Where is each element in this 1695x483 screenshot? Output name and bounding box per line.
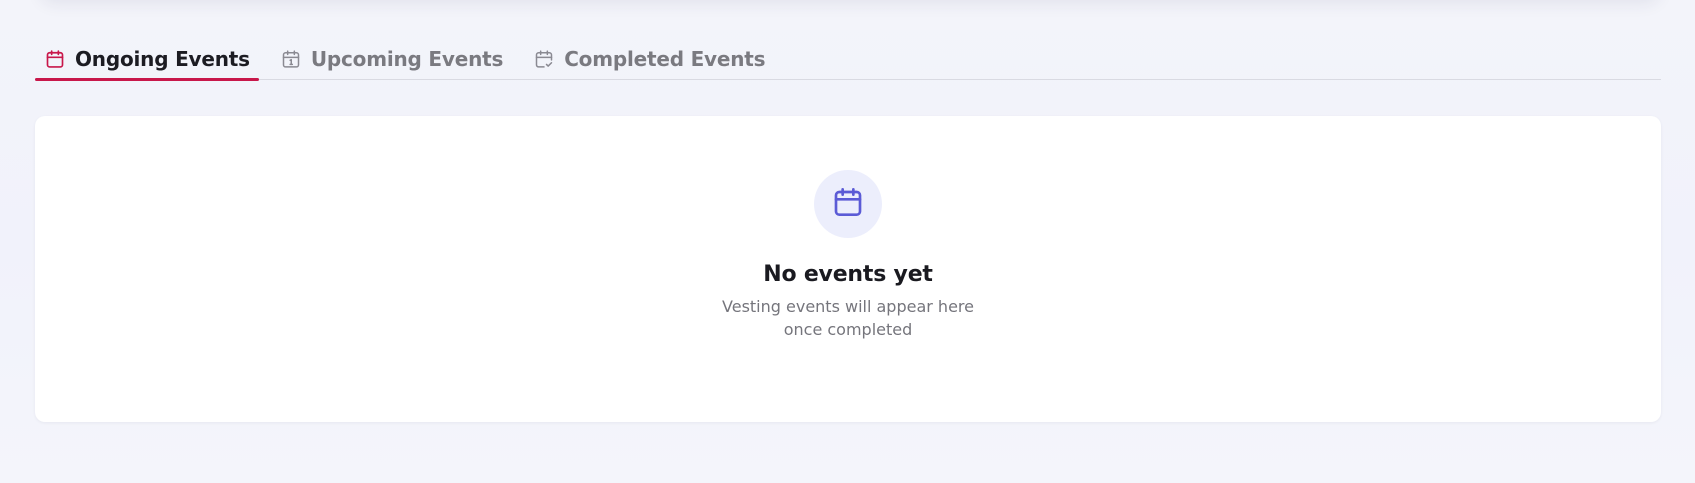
tab-label: Ongoing Events: [75, 46, 250, 71]
calendar-icon: [44, 48, 66, 70]
empty-state-title: No events yet: [763, 262, 933, 287]
events-tab-bar: Ongoing Events Upcoming Events Completed…: [35, 38, 1661, 81]
tab-label: Completed Events: [564, 46, 766, 71]
tab-ongoing-events[interactable]: Ongoing Events: [35, 38, 259, 81]
tab-label: Upcoming Events: [310, 46, 504, 71]
empty-state-panel: No events yet Vesting events will appear…: [35, 116, 1661, 422]
calendar-day-icon: [280, 48, 302, 70]
tab-upcoming-events[interactable]: Upcoming Events: [271, 38, 512, 79]
tab-completed-events[interactable]: Completed Events: [524, 38, 774, 79]
calendar-check-icon: [533, 48, 555, 70]
calendar-icon: [832, 186, 864, 222]
empty-state-icon-badge: [814, 170, 882, 238]
empty-state-subtitle: Vesting events will appear here once com…: [722, 297, 974, 339]
